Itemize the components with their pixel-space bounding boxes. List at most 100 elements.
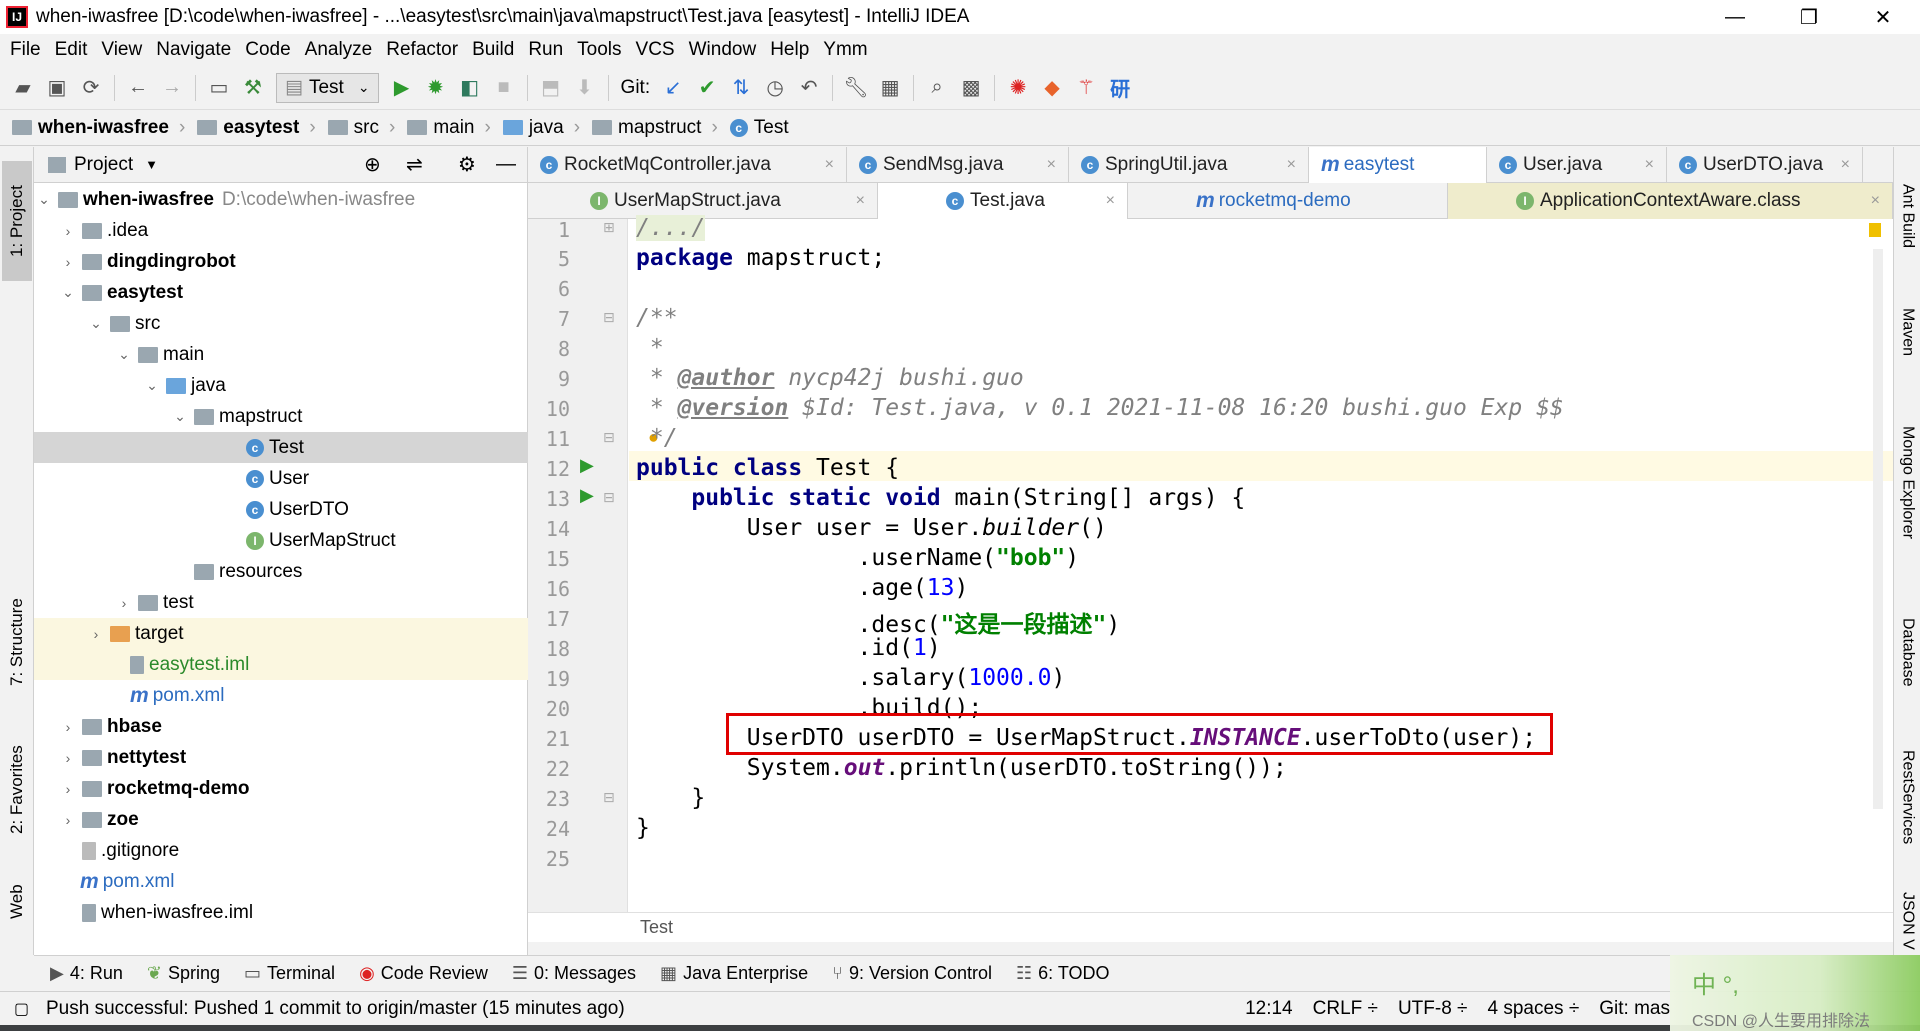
build-hammer-icon[interactable]: ⚒ — [236, 71, 270, 105]
git-update-icon[interactable]: ↙ — [656, 71, 690, 105]
collapse-arrow-icon[interactable]: › — [60, 812, 76, 828]
tree-item-rocketmq-demo[interactable]: › rocketmq-demo — [34, 773, 528, 804]
menu-ymm[interactable]: Ymm — [823, 39, 867, 61]
git-rollback-icon[interactable]: ↶ — [792, 71, 826, 105]
code-editor[interactable]: 1 5 6 7 8 9 10 11 12 13 14 15 16 17 18 1… — [528, 215, 1893, 942]
crumb-root[interactable]: when-iwasfree › — [12, 117, 185, 139]
plugin-yan-icon[interactable]: 研 — [1103, 71, 1137, 105]
project-settings-icon[interactable]: ▦ — [873, 71, 907, 105]
minimize-button[interactable]: — — [1698, 0, 1772, 34]
save-icon[interactable]: ▣ — [40, 71, 74, 105]
debug-icon[interactable]: ✹ — [419, 71, 453, 105]
menu-refactor[interactable]: Refactor — [386, 39, 458, 61]
back-icon[interactable]: ← — [121, 71, 155, 105]
tree-item-easytest[interactable]: ⌄ easytest — [34, 277, 528, 308]
gitlab-icon[interactable]: ◆ — [1035, 71, 1069, 105]
tree-item-zoe[interactable]: › zoe — [34, 804, 528, 835]
tree-item-gitignore[interactable]: .gitignore — [34, 835, 528, 866]
tab-userdto[interactable]: c UserDTO.java × — [1667, 147, 1863, 183]
run-config-select[interactable]: ▤ Test ⌄ — [276, 72, 379, 103]
expand-arrow-icon[interactable]: ⌄ — [88, 315, 104, 332]
tree-item-test-class[interactable]: c Test — [34, 432, 528, 463]
tool-tab-todo[interactable]: ☷ 6: TODO — [1016, 963, 1110, 984]
menu-view[interactable]: View — [101, 39, 142, 61]
tree-item-root-pom[interactable]: m pom.xml — [34, 866, 528, 897]
caret-position[interactable]: 12:14 — [1245, 998, 1293, 1020]
sync-icon[interactable]: ⟳ — [74, 71, 108, 105]
crumb-src[interactable]: src › — [327, 117, 395, 139]
tab-user[interactable]: c User.java × — [1487, 147, 1667, 183]
collapse-arrow-icon[interactable]: › — [60, 719, 76, 735]
tree-item-mapstruct[interactable]: ⌄ mapstruct — [34, 401, 528, 432]
tab-usermapstruct[interactable]: I UserMapStruct.java × — [528, 183, 878, 219]
run-gutter-icon[interactable]: ▶ — [580, 485, 594, 506]
terminal-plugin-icon[interactable]: ▩ — [954, 71, 988, 105]
settings-wrench-icon[interactable]: 🔧︎ — [839, 71, 873, 105]
collapse-arrow-icon[interactable]: › — [60, 223, 76, 239]
forward-icon[interactable]: → — [155, 71, 189, 105]
git-history-icon[interactable]: ◷ — [758, 71, 792, 105]
menu-edit[interactable]: Edit — [55, 39, 88, 61]
search-icon[interactable]: ⌕ — [920, 71, 954, 105]
tool-tab-run[interactable]: ▶ 4: Run — [50, 963, 123, 984]
tab-rocketmqcontroller[interactable]: c RocketMqController.java × — [528, 147, 847, 183]
tree-item-target[interactable]: › target — [34, 618, 528, 649]
hide-panel-icon[interactable]: — — [496, 153, 516, 176]
fold-icon[interactable]: ⊟ — [603, 789, 615, 806]
inspection-status-icon[interactable] — [1869, 223, 1881, 237]
git-push-icon[interactable]: ⇅ — [724, 71, 758, 105]
editor-scrollbar[interactable] — [1873, 249, 1883, 809]
plugin-red-icon[interactable]: ✺ — [1001, 71, 1035, 105]
git-commit-icon[interactable]: ✔ — [690, 71, 724, 105]
tree-item-easytest-pom[interactable]: m pom.xml — [34, 680, 528, 711]
project-structure-icon[interactable]: ▭ — [202, 71, 236, 105]
tree-item-src[interactable]: ⌄ src — [34, 308, 528, 339]
status-toggle-icon[interactable]: ▢ — [14, 999, 29, 1019]
close-icon[interactable]: × — [815, 156, 834, 174]
vcs-download-icon[interactable]: ⬇ — [568, 71, 602, 105]
menu-build[interactable]: Build — [472, 39, 514, 61]
tab-rocketmq-demo[interactable]: m rocketmq-demo — [1128, 183, 1448, 219]
tree-item-resources[interactable]: resources — [34, 556, 528, 587]
tab-test-active[interactable]: c Test.java × — [878, 183, 1128, 219]
tree-item-userdto-class[interactable]: c UserDTO — [34, 494, 528, 525]
tree-item-test[interactable]: › test — [34, 587, 528, 618]
menu-tools[interactable]: Tools — [577, 39, 621, 61]
tool-tab-restservices[interactable]: RestServices — [1894, 727, 1920, 867]
tree-item-root[interactable]: ⌄ when-iwasfree D:\code\when-iwasfree — [34, 184, 528, 215]
close-icon[interactable]: × — [1277, 156, 1296, 174]
tree-item-main[interactable]: ⌄ main — [34, 339, 528, 370]
fold-icon[interactable]: ⊞ — [603, 219, 615, 236]
fold-icon[interactable]: ⊟ — [603, 489, 615, 506]
status-message[interactable]: Push successful: Pushed 1 commit to orig… — [46, 998, 625, 1020]
tool-tab-mongo-explorer[interactable]: Mongo Explorer — [1894, 397, 1920, 567]
tool-tab-structure[interactable]: 7: Structure — [2, 577, 32, 707]
project-view-select[interactable]: Project — [74, 154, 133, 176]
restore-button[interactable]: ❐ — [1772, 0, 1846, 34]
chevron-down-icon[interactable]: ▼ — [145, 157, 158, 172]
expand-arrow-icon[interactable]: ⌄ — [116, 346, 132, 363]
line-separator-select[interactable]: CRLF ÷ — [1313, 998, 1378, 1020]
coverage-icon[interactable]: ◧ — [453, 71, 487, 105]
menu-run[interactable]: Run — [528, 39, 563, 61]
crumb-java[interactable]: java › — [502, 117, 580, 139]
tab-sendmsg[interactable]: c SendMsg.java × — [847, 147, 1069, 183]
expand-arrow-icon[interactable]: ⌄ — [172, 408, 188, 425]
menu-file[interactable]: File — [10, 39, 41, 61]
close-icon[interactable]: × — [1635, 156, 1654, 174]
tool-tab-database[interactable]: Database — [1894, 597, 1920, 707]
menu-window[interactable]: Window — [689, 39, 757, 61]
tool-tab-spring[interactable]: ❦ Spring — [147, 963, 220, 984]
crumb-class[interactable]: c Test — [729, 117, 789, 139]
collapse-arrow-icon[interactable]: › — [60, 254, 76, 270]
tool-tab-code-review[interactable]: ◉ Code Review — [359, 963, 488, 984]
tree-item-dingdingrobot[interactable]: › dingdingrobot — [34, 246, 528, 277]
tree-item-easytest-iml[interactable]: easytest.iml — [34, 649, 528, 680]
tool-tab-terminal[interactable]: ▭ Terminal — [244, 963, 335, 984]
fold-icon[interactable]: ⊟ — [603, 429, 615, 446]
locate-icon[interactable]: ⊕ — [364, 152, 381, 177]
menu-vcs[interactable]: VCS — [636, 39, 675, 61]
close-button[interactable]: ✕ — [1846, 0, 1920, 34]
tool-tab-ant-build[interactable]: Ant Build — [1894, 161, 1920, 271]
tree-item-java[interactable]: ⌄ java — [34, 370, 528, 401]
